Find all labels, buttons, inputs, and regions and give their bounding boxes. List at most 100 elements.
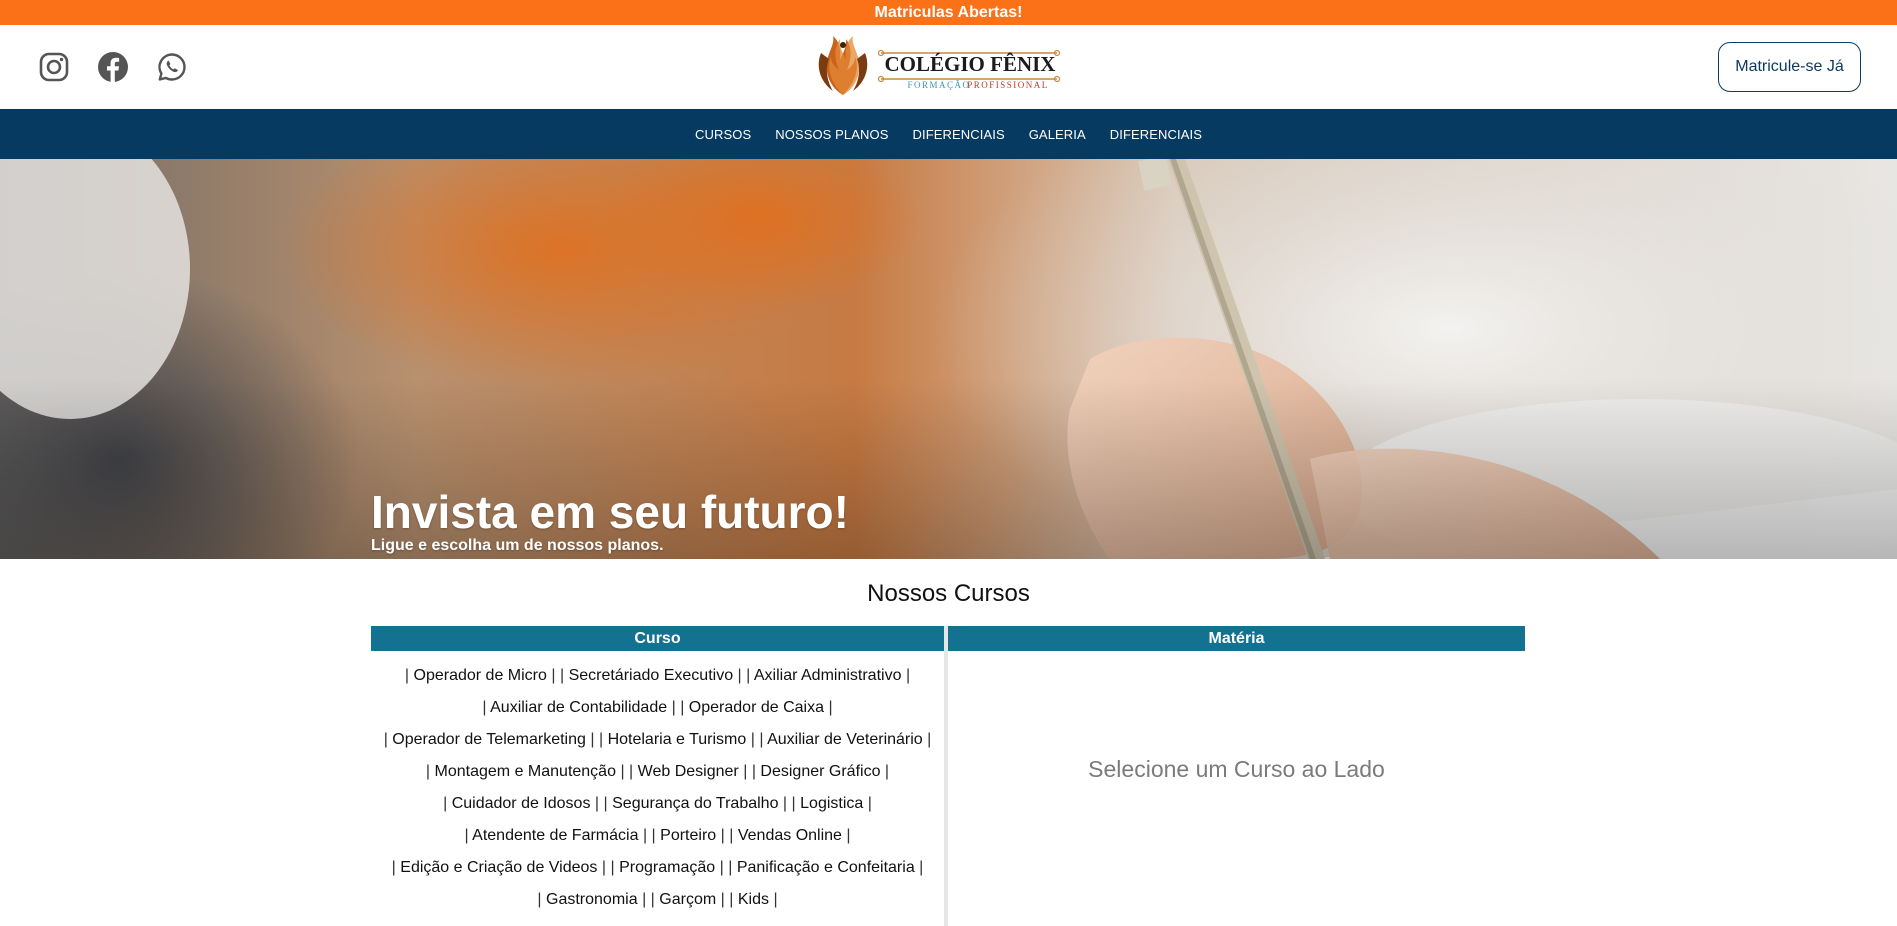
logo-name: COLÉGIO FÊNIX	[885, 52, 1056, 76]
course-row: | Operador de Telemarketing | | Hotelari…	[371, 724, 944, 756]
course-link[interactable]: Logistica	[800, 795, 863, 812]
course-row: | Cuidador de Idosos | | Segurança do Tr…	[371, 788, 944, 820]
course-separator: |	[750, 731, 755, 748]
course-link[interactable]: Kids	[738, 891, 769, 908]
subject-column-header: Matéria	[948, 626, 1525, 651]
subject-placeholder: Selecione um Curso ao Lado	[1088, 756, 1385, 782]
course-separator: |	[746, 667, 751, 684]
course-separator: |	[729, 827, 734, 844]
course-separator: |	[620, 763, 625, 780]
courses-section-title: Nossos Cursos	[867, 580, 1030, 607]
course-separator: |	[590, 731, 595, 748]
facebook-icon[interactable]	[97, 51, 129, 83]
course-separator: |	[719, 859, 724, 876]
course-separator: |	[391, 859, 396, 876]
course-link[interactable]: Gastronomia	[546, 891, 638, 908]
course-separator: |	[551, 667, 556, 684]
main-nav: CURSOS NOSSOS PLANOS DIFERENCIAIS GALERI…	[0, 109, 1897, 159]
course-link[interactable]: Axiliar Administrativo	[754, 667, 902, 684]
instagram-icon[interactable]	[38, 51, 70, 83]
course-link[interactable]: Operador de Caixa	[689, 699, 824, 716]
hero-banner: Invista em seu futuro! Ligue e escolha u…	[0, 159, 1897, 559]
course-link[interactable]: Garçom	[659, 891, 716, 908]
course-link[interactable]: Programação	[619, 859, 715, 876]
course-row: | Atendente de Farmácia | | Porteiro | |…	[371, 820, 944, 852]
courses-column: Curso | Operador de Micro | | Secretária…	[371, 626, 944, 916]
course-row: | Auxiliar de Contabilidade | | Operador…	[371, 692, 944, 724]
phoenix-emblem-icon	[818, 36, 868, 95]
course-separator: |	[751, 763, 756, 780]
course-separator: |	[773, 891, 778, 908]
course-separator: |	[537, 891, 542, 908]
course-separator: |	[601, 859, 607, 876]
hero-title: Invista em seu futuro!	[371, 486, 849, 538]
course-link[interactable]: Operador de Micro	[414, 667, 547, 684]
course-row: | Montagem e Manutenção | | Web Designer…	[371, 756, 944, 788]
course-separator: |	[737, 667, 742, 684]
course-link[interactable]: Segurança do Trabalho	[612, 795, 778, 812]
course-separator: |	[603, 795, 608, 812]
course-separator: |	[425, 763, 431, 780]
course-link[interactable]: Montagem e Manutenção	[435, 763, 616, 780]
course-separator: |	[629, 763, 634, 780]
nav-item-diferenciais-2[interactable]: DIFERENCIAIS	[1110, 127, 1202, 142]
course-separator: |	[464, 827, 469, 844]
course-separator: |	[759, 731, 764, 748]
subject-column: Matéria	[948, 626, 1525, 651]
nav-item-cursos[interactable]: CURSOS	[695, 127, 751, 142]
course-list: | Operador de Micro | | Secretáriado Exe…	[371, 660, 944, 916]
enroll-button[interactable]: Matricule-se Já	[1718, 42, 1861, 92]
announcement-text: Matriculas Abertas!	[874, 3, 1023, 21]
course-separator: |	[443, 795, 448, 812]
course-separator: |	[610, 859, 615, 876]
course-separator: |	[919, 859, 924, 876]
course-separator: |	[867, 795, 872, 812]
whatsapp-icon[interactable]	[156, 51, 188, 83]
course-separator: |	[728, 859, 733, 876]
course-link[interactable]: Edição e Criação de Videos	[400, 859, 597, 876]
nav-item-galeria[interactable]: GALERIA	[1029, 127, 1086, 142]
course-column-header: Curso	[371, 626, 944, 651]
course-separator: |	[404, 667, 410, 684]
course-link[interactable]: Designer Gráfico	[760, 763, 880, 780]
course-link[interactable]: Panificação e Confeitaria	[737, 859, 915, 876]
course-separator: |	[559, 667, 565, 684]
course-link[interactable]: Porteiro	[660, 827, 716, 844]
course-separator: |	[671, 699, 676, 716]
logo[interactable]: COLÉGIO FÊNIX FORMAÇÃO PROFISSIONAL	[813, 33, 1061, 99]
course-separator: |	[905, 667, 911, 684]
nav-item-nossos-planos[interactable]: NOSSOS PLANOS	[775, 127, 888, 142]
course-separator: |	[720, 827, 725, 844]
hero-image	[0, 159, 1897, 559]
course-link[interactable]: Auxiliar de Veterinário	[767, 731, 923, 748]
course-link[interactable]: Hotelaria e Turismo	[608, 731, 747, 748]
course-row: | Operador de Micro | | Secretáriado Exe…	[371, 660, 944, 692]
course-link[interactable]: Vendas Online	[738, 827, 842, 844]
course-separator: |	[594, 795, 600, 812]
course-link[interactable]: Web Designer	[638, 763, 739, 780]
course-link[interactable]: Auxiliar de Contabilidade	[490, 699, 667, 716]
logo-tagline-part2: PROFISSIONAL	[967, 80, 1049, 90]
course-link[interactable]: Secretáriado Executivo	[569, 667, 734, 684]
course-separator: |	[650, 891, 655, 908]
nav-item-diferenciais[interactable]: DIFERENCIAIS	[913, 127, 1005, 142]
course-separator: |	[791, 795, 796, 812]
course-link[interactable]: Atendente de Farmácia	[472, 827, 638, 844]
course-separator: |	[598, 731, 604, 748]
course-separator: |	[884, 763, 890, 780]
header: COLÉGIO FÊNIX FORMAÇÃO PROFISSIONAL Matr…	[0, 25, 1897, 109]
course-separator: |	[846, 827, 851, 844]
course-separator: |	[383, 731, 388, 748]
course-link[interactable]: Cuidador de Idosos	[452, 795, 591, 812]
course-separator: |	[729, 891, 734, 908]
course-link[interactable]: Operador de Telemarketing	[392, 731, 586, 748]
course-row: | Edição e Criação de Videos | | Program…	[371, 852, 944, 884]
course-separator: |	[720, 891, 725, 908]
course-separator: |	[651, 827, 656, 844]
social-links	[38, 51, 188, 83]
announcement-bar: Matriculas Abertas!	[0, 0, 1897, 25]
course-separator: |	[642, 891, 647, 908]
course-separator: |	[743, 763, 748, 780]
course-separator: |	[680, 699, 685, 716]
course-row: | Gastronomia | | Garçom | | Kids |	[371, 884, 944, 916]
